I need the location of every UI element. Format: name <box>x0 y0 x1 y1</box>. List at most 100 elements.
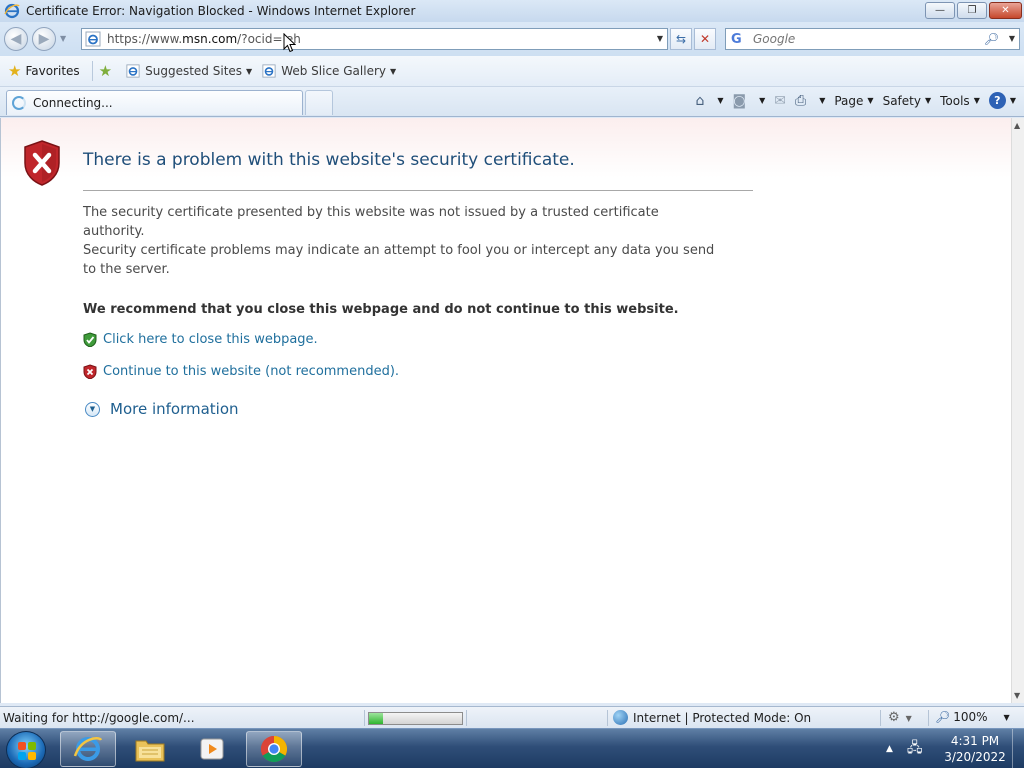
suggested-sites-link[interactable]: Suggested Sites ▼ <box>126 64 252 78</box>
read-mail-icon[interactable]: ✉ <box>774 93 786 109</box>
taskbar-chrome[interactable] <box>246 731 302 767</box>
divider <box>83 190 753 191</box>
page-content: There is a problem with this website's s… <box>0 118 1011 703</box>
zoom-control[interactable]: 🔎︎ 100% ▼ <box>935 710 1010 724</box>
chevron-down-icon: ▼ <box>759 96 766 105</box>
zoom-icon: 🔎︎ <box>935 710 951 724</box>
minimize-button[interactable]: — <box>925 2 955 19</box>
tab-current[interactable]: Connecting... <box>6 90 303 115</box>
zoom-level: 100% <box>953 710 988 724</box>
scroll-down-icon[interactable]: ▼ <box>1014 691 1020 700</box>
clock-date: 3/20/2022 <box>944 750 1006 764</box>
taskbar-media-player[interactable] <box>184 731 240 767</box>
favorites-star-icon: ★ <box>8 62 22 80</box>
url-host: msn.com <box>182 32 238 46</box>
ie-logo-icon <box>73 737 103 761</box>
address-dropdown-icon[interactable]: ▼ <box>657 34 663 43</box>
page-menu-label: Page <box>834 93 864 108</box>
chevron-down-icon: ▼ <box>973 96 980 105</box>
search-input[interactable] <box>753 32 983 46</box>
popup-blocker-icon[interactable]: ⚙ ▼ <box>888 710 912 725</box>
suggested-sites-label: Suggested Sites <box>145 64 243 78</box>
print-icon[interactable]: ⎙ <box>795 93 806 109</box>
status-divider <box>364 710 365 726</box>
security-zone[interactable]: Internet | Protected Mode: On <box>613 710 811 725</box>
mouse-cursor-icon <box>283 33 296 53</box>
navigation-bar: ◀ ▶ ▼ https://www.msn.com/?ocid=ieh ▼ ⇆ … <box>0 22 1024 56</box>
safety-menu[interactable]: Safety ▼ <box>883 94 932 108</box>
expand-chevron-icon: ▼ <box>85 401 100 417</box>
status-divider <box>880 710 881 726</box>
close-webpage-label: Click here to close this webpage. <box>103 332 318 347</box>
tab-and-command-bar: Connecting... ⌂ ▼ ◙ ▼ ✉ ⎙ ▼ Page ▼ Safety… <box>0 87 1024 117</box>
chevron-down-icon: ▼ <box>924 96 932 105</box>
page-menu[interactable]: Page ▼ <box>834 94 873 108</box>
home-dropdown[interactable]: ▼ <box>713 96 723 105</box>
stop-button[interactable]: ✕ <box>694 28 716 50</box>
command-bar: ⌂ ▼ ◙ ▼ ✉ ⎙ ▼ Page ▼ Safety ▼ Tools ▼ ? ▼ <box>695 92 1016 109</box>
search-options-dropdown-icon[interactable]: ▼ <box>1009 34 1015 43</box>
system-clock[interactable]: 4:31 PM 3/20/2022 <box>940 733 1010 765</box>
web-slice-gallery-link[interactable]: Web Slice Gallery ▼ <box>262 64 396 78</box>
tools-menu[interactable]: Tools ▼ <box>940 94 980 108</box>
status-divider <box>466 710 467 726</box>
recent-pages-dropdown[interactable]: ▼ <box>60 34 66 43</box>
address-url[interactable]: https://www.msn.com/?ocid=ieh <box>107 32 301 46</box>
chevron-down-icon: ▼ <box>905 714 912 723</box>
forward-arrow-icon: ▶ <box>38 31 50 47</box>
feeds-dropdown[interactable]: ▼ <box>755 96 765 105</box>
chevron-down-icon: ▼ <box>717 96 724 105</box>
show-hidden-icons-icon[interactable]: ▲ <box>886 744 893 754</box>
scroll-up-icon[interactable]: ▲ <box>1014 121 1020 130</box>
chevron-down-icon: ▼ <box>389 66 397 76</box>
search-box[interactable]: G 🔎︎ ▼ <box>725 28 1020 50</box>
close-window-button[interactable]: ✕ <box>989 2 1022 19</box>
more-information-toggle[interactable]: ▼ More information <box>85 400 239 418</box>
title-bar: Certificate Error: Navigation Blocked - … <box>0 0 1024 22</box>
print-dropdown[interactable]: ▼ <box>815 96 825 105</box>
continue-to-website-link[interactable]: Continue to this website (not recommende… <box>83 364 399 379</box>
status-text: Waiting for http://google.com/... <box>3 711 195 725</box>
help-menu[interactable]: ? ▼ <box>988 92 1016 109</box>
feeds-icon[interactable]: ◙ <box>733 93 747 109</box>
address-bar[interactable]: https://www.msn.com/?ocid=ieh ▼ <box>81 28 668 50</box>
media-player-icon <box>200 738 224 760</box>
internet-globe-icon <box>613 710 628 725</box>
taskbar-internet-explorer[interactable] <box>60 731 116 767</box>
continue-to-website-label: Continue to this website (not recommende… <box>103 364 400 379</box>
ie-page-icon <box>262 64 276 78</box>
chevron-down-icon: ▼ <box>819 96 826 105</box>
zone-label: Internet | Protected Mode: On <box>633 710 812 725</box>
ie-logo-icon <box>4 3 20 19</box>
maximize-button[interactable]: ❐ <box>957 2 987 19</box>
favorites-button[interactable]: ★ Favorites <box>8 62 80 80</box>
window-title: Certificate Error: Navigation Blocked - … <box>26 4 416 18</box>
status-divider <box>928 710 929 726</box>
favorites-label: Favorites <box>25 64 80 78</box>
show-desktop-button[interactable] <box>1012 729 1024 768</box>
back-button[interactable]: ◀ <box>4 27 28 51</box>
recommendation-text: We recommend that you close this webpage… <box>83 302 679 317</box>
home-icon[interactable]: ⌂ <box>695 93 704 109</box>
close-webpage-link[interactable]: Click here to close this webpage. <box>83 332 318 347</box>
taskbar-windows-explorer[interactable] <box>122 731 178 767</box>
forward-button[interactable]: ▶ <box>32 27 56 51</box>
progress-fill <box>369 713 383 724</box>
back-arrow-icon: ◀ <box>10 31 22 47</box>
favorites-divider <box>91 61 93 81</box>
clock-time: 4:31 PM <box>950 734 1000 748</box>
status-bar: Waiting for http://google.com/... Intern… <box>0 706 1024 728</box>
add-to-favorites-bar-icon[interactable]: ★ <box>99 62 112 80</box>
vertical-scrollbar[interactable]: ▲ ▼ <box>1011 118 1024 703</box>
favorites-bar: ★ Favorites ★ Suggested Sites ▼ Web Slic… <box>0 56 1024 87</box>
compatibility-refresh-button[interactable]: ⇆ <box>670 28 692 50</box>
new-tab-button[interactable] <box>305 90 333 115</box>
ie-page-icon <box>85 31 101 47</box>
start-button[interactable] <box>6 731 46 768</box>
search-icon[interactable]: 🔎︎ <box>984 32 999 46</box>
help-icon: ? <box>988 92 1006 109</box>
loading-spinner-icon <box>12 96 26 110</box>
window-controls: — ❐ ✕ <box>925 2 1022 19</box>
page-title: There is a problem with this website's s… <box>83 150 575 170</box>
network-icon[interactable]: 🖧 <box>907 737 923 761</box>
